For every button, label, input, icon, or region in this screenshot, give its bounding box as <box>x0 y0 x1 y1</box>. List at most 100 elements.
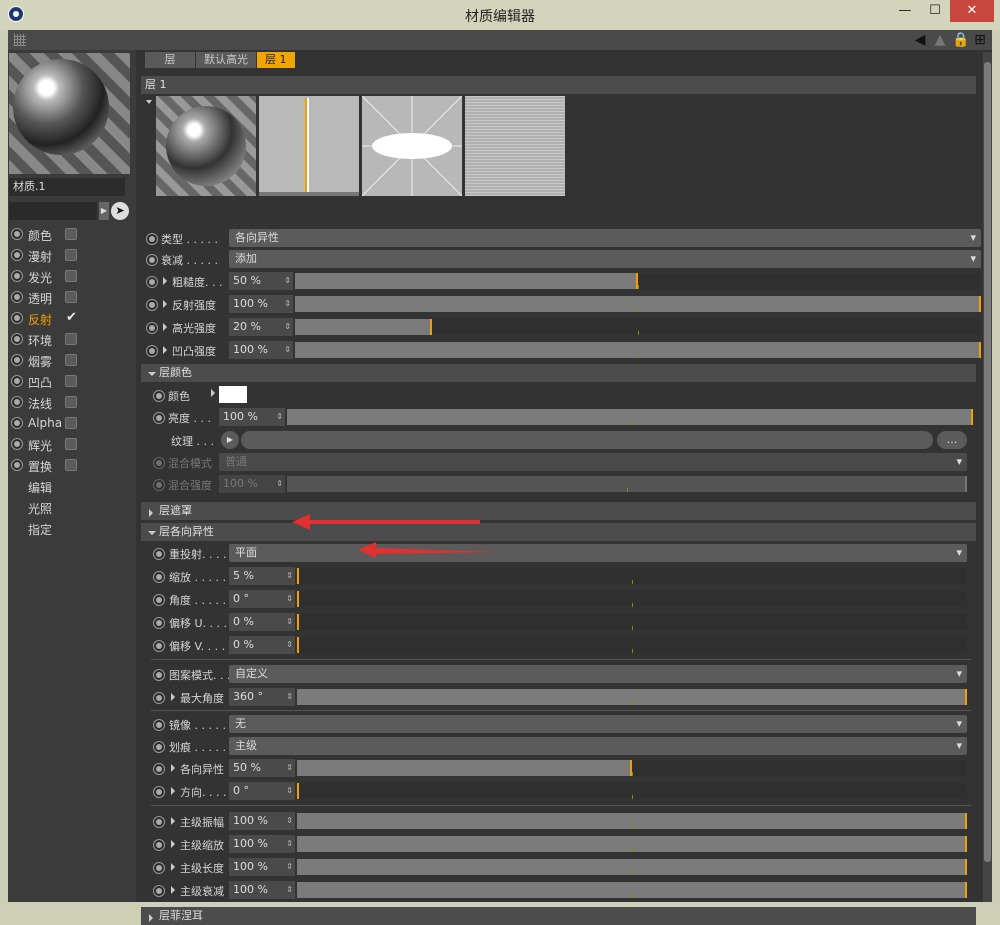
channel-item[interactable]: Alpha <box>8 413 136 434</box>
offset-u-input[interactable]: 0 % <box>229 613 295 631</box>
channel-checkbox[interactable] <box>65 333 77 345</box>
color-swatch[interactable] <box>219 386 247 403</box>
material-preview[interactable] <box>9 53 130 174</box>
animate-radio[interactable] <box>11 459 23 471</box>
bump-strength-input[interactable]: 100 % <box>229 341 293 359</box>
animate-radio[interactable] <box>153 839 165 851</box>
texture-browse-button[interactable]: ... <box>937 431 967 449</box>
animate-radio[interactable] <box>11 270 23 282</box>
back-arrow-icon[interactable]: ◀ <box>912 32 928 48</box>
primary-attenuation-input[interactable]: 100 % <box>229 881 295 899</box>
animate-radio[interactable] <box>153 640 165 652</box>
collapse-triangle-icon[interactable] <box>146 100 152 104</box>
material-name-field[interactable]: 材质.1 <box>9 178 125 196</box>
bump-strength-slider[interactable] <box>295 342 981 358</box>
channel-item[interactable]: 置换 <box>8 455 136 476</box>
expand-triangle-icon[interactable] <box>163 346 167 354</box>
expand-triangle-icon[interactable] <box>163 300 167 308</box>
expand-triangle-icon[interactable] <box>171 693 175 701</box>
layer-color-header[interactable]: 层颜色 <box>141 364 976 382</box>
offset-v-slider[interactable] <box>297 637 967 653</box>
animate-radio[interactable] <box>146 233 158 245</box>
primary-length-slider[interactable] <box>297 859 967 875</box>
channel-checkbox[interactable] <box>65 375 77 387</box>
channel-checkbox[interactable] <box>65 249 77 261</box>
scratch-dropdown[interactable]: 主级 <box>229 737 967 755</box>
reflection-strength-input[interactable]: 100 % <box>229 295 293 313</box>
falloff-curve-thumbnail[interactable] <box>259 96 359 196</box>
channel-item[interactable]: 烟雾 <box>8 350 136 371</box>
attenuation-dropdown[interactable]: 添加 <box>229 250 981 268</box>
channel-checkbox[interactable]: ✔ <box>65 311 77 324</box>
close-button[interactable]: ✕ <box>950 0 994 22</box>
channel-item[interactable]: 漫射 <box>8 245 136 266</box>
material-link-arrow[interactable]: ▶ <box>99 202 109 220</box>
scale-input[interactable]: 5 % <box>229 567 295 585</box>
expand-triangle-icon[interactable] <box>171 863 175 871</box>
tab-layer[interactable]: 层 <box>145 52 196 68</box>
animate-radio[interactable] <box>11 354 23 366</box>
channel-checkbox[interactable] <box>65 270 77 282</box>
expand-triangle-icon[interactable] <box>171 840 175 848</box>
max-angle-input[interactable]: 360 ° <box>229 688 295 706</box>
animate-radio[interactable] <box>153 816 165 828</box>
anisotropy-slider[interactable] <box>297 760 967 776</box>
direction-slider[interactable] <box>297 783 967 799</box>
specular-strength-input[interactable]: 20 % <box>229 318 293 336</box>
animate-radio[interactable] <box>153 763 165 775</box>
grip-icon[interactable] <box>14 34 26 46</box>
animate-radio[interactable] <box>153 617 165 629</box>
expand-triangle-icon[interactable] <box>163 323 167 331</box>
sphere-thumbnail[interactable] <box>156 96 256 196</box>
channel-item[interactable]: 颜色 <box>8 224 136 245</box>
vertical-scrollbar[interactable] <box>983 52 992 902</box>
roughness-input[interactable]: 50 % <box>229 272 293 290</box>
specular-strength-slider[interactable] <box>295 319 981 335</box>
channel-item[interactable]: 凹凸 <box>8 371 136 392</box>
minimize-button[interactable]: — <box>890 0 920 22</box>
expand-triangle-icon[interactable] <box>163 277 167 285</box>
animate-radio[interactable] <box>11 228 23 240</box>
texture-path-field[interactable] <box>241 431 933 449</box>
animate-radio[interactable] <box>146 299 158 311</box>
primary-amplitude-input[interactable]: 100 % <box>229 812 295 830</box>
animate-radio[interactable] <box>153 412 165 424</box>
channel-item[interactable]: 反射 ✔ <box>8 308 136 329</box>
expand-triangle-icon[interactable] <box>171 764 175 772</box>
expand-triangle-icon[interactable] <box>211 389 215 397</box>
tab-default-specular[interactable]: 默认高光 <box>196 52 257 68</box>
animate-radio[interactable] <box>153 719 165 731</box>
channel-item[interactable]: 法线 <box>8 392 136 413</box>
angle-input[interactable]: 0 ° <box>229 590 295 608</box>
channel-checkbox[interactable] <box>65 354 77 366</box>
new-window-icon[interactable]: ⊞ <box>972 32 988 48</box>
forward-arrow-icon[interactable]: ▲ <box>932 32 948 48</box>
animate-radio[interactable] <box>11 438 23 450</box>
channel-item[interactable]: 透明 <box>8 287 136 308</box>
animate-radio[interactable] <box>146 345 158 357</box>
animate-radio[interactable] <box>11 375 23 387</box>
sidebar-item[interactable]: 编辑 <box>8 476 136 497</box>
expand-triangle-icon[interactable] <box>171 886 175 894</box>
animate-radio[interactable] <box>153 669 165 681</box>
channel-item[interactable]: 辉光 <box>8 434 136 455</box>
animate-radio[interactable] <box>11 249 23 261</box>
texture-menu-button[interactable]: ▶ <box>221 431 239 449</box>
animate-radio[interactable] <box>153 692 165 704</box>
channel-checkbox[interactable] <box>65 438 77 450</box>
highlight-shape-thumbnail[interactable] <box>362 96 462 196</box>
primary-scale-input[interactable]: 100 % <box>229 835 295 853</box>
reflection-strength-slider[interactable] <box>295 296 981 312</box>
primary-scale-slider[interactable] <box>297 836 967 852</box>
mirror-dropdown[interactable]: 无 <box>229 715 967 733</box>
type-dropdown[interactable]: 各向异性 <box>229 229 981 247</box>
animate-radio[interactable] <box>153 741 165 753</box>
scrollbar-thumb[interactable] <box>984 62 991 862</box>
animate-radio[interactable] <box>153 594 165 606</box>
expand-triangle-icon[interactable] <box>171 787 175 795</box>
channel-checkbox[interactable] <box>65 291 77 303</box>
animate-radio[interactable] <box>11 396 23 408</box>
channel-checkbox[interactable] <box>65 459 77 471</box>
primary-attenuation-slider[interactable] <box>297 882 967 898</box>
animate-radio[interactable] <box>146 276 158 288</box>
